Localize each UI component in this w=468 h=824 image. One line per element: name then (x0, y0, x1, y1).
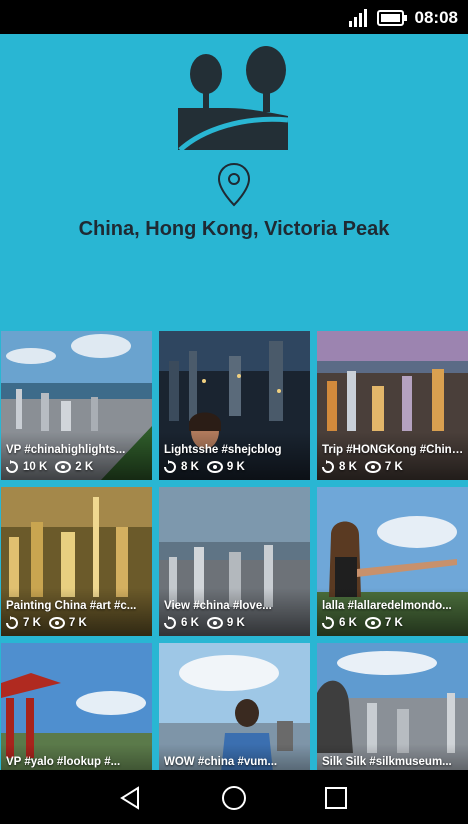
repost-count: 10 K (23, 461, 48, 473)
photo-caption: VP #yalo #lookup #... (6, 756, 121, 768)
view-count: 7 K (384, 461, 403, 473)
repost-count: 6 K (181, 617, 199, 629)
eye-icon (206, 617, 223, 629)
repost-icon (322, 616, 334, 629)
photo-caption: View #china #love... (164, 600, 272, 612)
photo-stats: 7 K 7 K (5, 616, 91, 630)
repost-icon (164, 460, 176, 473)
photo-caption: VP #chinahighlights... (6, 444, 126, 456)
photo-tile[interactable]: Painting China #art #c... 7 K 7 K (1, 487, 152, 636)
photo-stats: 6 K 9 K (163, 616, 249, 630)
eye-icon (364, 617, 381, 629)
repost-count: 7 K (23, 617, 41, 629)
clock: 08:08 (414, 8, 458, 27)
repost-icon (164, 616, 176, 629)
repost-icon (322, 460, 334, 473)
eye-icon (48, 617, 65, 629)
eye-icon (364, 461, 381, 473)
view-count: 9 K (226, 617, 245, 629)
view-count: 9 K (226, 461, 245, 473)
photo-caption: Lightsshe #shejcblog (164, 444, 282, 456)
photo-tile[interactable]: Lightsshe #shejcblog 8 K 9 K (159, 331, 310, 480)
eye-icon (55, 461, 72, 473)
battery-icon (376, 10, 407, 26)
view-count: 7 K (384, 617, 403, 629)
photo-tile[interactable]: WOW #china #vum... (159, 643, 310, 770)
repost-icon (6, 460, 18, 473)
photo-tile[interactable]: VP #chinahighlights... 10 K 2 K (1, 331, 152, 480)
photo-stats: 8 K 7 K (321, 460, 407, 474)
photo-tile[interactable]: Silk Silk #silkmuseum... (317, 643, 468, 770)
eye-icon (206, 461, 223, 473)
view-count: 2 K (75, 461, 94, 473)
repost-count: 8 K (339, 461, 357, 473)
photo-caption: WOW #china #vum... (164, 756, 278, 768)
signal-icon (348, 9, 367, 27)
home-icon[interactable] (220, 784, 248, 812)
photo-grid: VP #chinahighlights... 10 K 2 K Lightssh… (0, 330, 468, 770)
photo-tile[interactable]: View #china #love... 6 K 9 K (159, 487, 310, 636)
landscape-trees-icon (178, 46, 289, 152)
status-icons: 08:08 (348, 8, 458, 28)
repost-icon (6, 616, 18, 629)
place-title: China, Hong Kong, Victoria Peak (78, 218, 390, 240)
photo-caption: lalla #lallaredelmondo... (322, 600, 452, 612)
photo-stats: 10 K 2 K (5, 460, 97, 474)
view-count: 7 K (68, 617, 87, 629)
repost-count: 6 K (339, 617, 357, 629)
photo-stats: 8 K 9 K (163, 460, 249, 474)
photo-tile[interactable]: lalla #lallaredelmondo... 6 K 7 K (317, 487, 468, 636)
photo-tile[interactable]: Trip #HONGKong #China... 8 K 7 K (317, 331, 468, 480)
photo-caption: Silk Silk #silkmuseum... (322, 756, 452, 768)
photo-stats: 6 K 7 K (321, 616, 407, 630)
photo-caption: Painting China #art #c... (6, 600, 137, 612)
recents-icon[interactable] (322, 784, 350, 812)
status-bar: 08:08 (0, 0, 468, 34)
location-pin-icon (217, 162, 251, 207)
location-header: China, Hong Kong, Victoria Peak (0, 34, 468, 330)
photo-tile[interactable]: VP #yalo #lookup #... (1, 643, 152, 770)
photo-caption: Trip #HONGKong #China... (322, 444, 464, 456)
back-icon[interactable] (116, 784, 144, 812)
repost-count: 8 K (181, 461, 199, 473)
nav-bar (0, 770, 468, 824)
